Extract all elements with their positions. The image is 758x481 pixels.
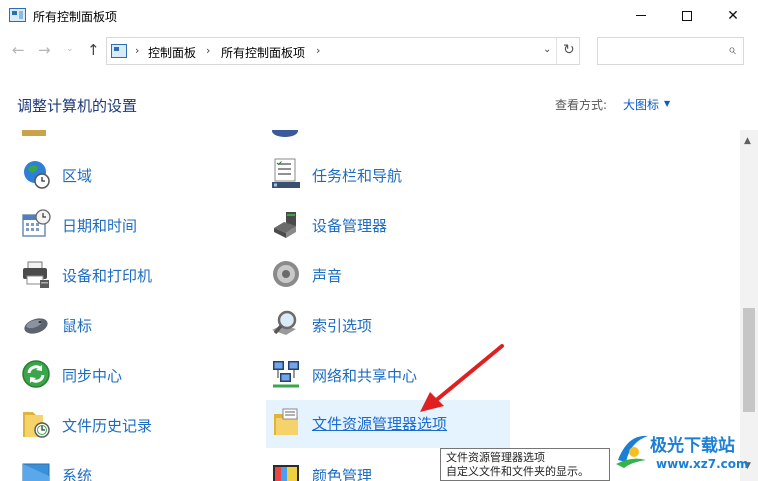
- item-label: 鼠标: [62, 317, 93, 335]
- minimize-icon: [636, 15, 646, 16]
- item-label: 设备和打印机: [62, 267, 153, 285]
- calendar-clock-icon: [22, 209, 51, 237]
- list-item-sync-center[interactable]: 同步中心: [16, 352, 256, 396]
- scroll-up-icon[interactable]: ▲: [744, 136, 751, 146]
- view-by-dropdown[interactable]: 大图标: [623, 96, 659, 113]
- computer-icon: [22, 463, 50, 481]
- breadcrumb-all-items[interactable]: 所有控制面板项: [221, 44, 305, 61]
- folder-options-icon: [274, 408, 298, 435]
- partial-item-icon: [272, 130, 298, 137]
- tooltip-title: 文件资源管理器选项: [446, 451, 545, 464]
- network-icon: [273, 361, 299, 388]
- item-label: 任务栏和导航: [312, 167, 403, 185]
- search-icon[interactable]: ⌕: [728, 42, 736, 58]
- item-label: 文件历史记录: [62, 417, 153, 435]
- item-label: 系统: [62, 467, 93, 481]
- list-item-region[interactable]: 区域: [16, 152, 256, 196]
- chevron-down-icon[interactable]: ▼: [664, 99, 670, 108]
- page-title: 调整计算机的设置: [17, 97, 138, 115]
- watermark-name: 极光下载站: [650, 436, 735, 456]
- back-button[interactable]: ←: [12, 41, 25, 59]
- search-input[interactable]: ⌕: [597, 37, 744, 65]
- mouse-icon: [24, 318, 48, 334]
- list-item-sound[interactable]: 声音: [266, 252, 510, 296]
- view-by-label: 查看方式:: [555, 98, 608, 112]
- forward-button[interactable]: →: [38, 41, 51, 59]
- maximize-button[interactable]: [664, 0, 710, 31]
- tooltip-description: 自定义文件和文件夹的显示。: [446, 465, 589, 478]
- item-label: 索引选项: [312, 317, 373, 335]
- taskbar-icon: [272, 158, 300, 188]
- printer-icon: [23, 261, 49, 288]
- address-divider: [556, 38, 557, 64]
- close-button[interactable]: ✕: [710, 0, 756, 31]
- navigation-bar: ← → ⌄ ↑ › 控制面板 › 所有控制面板项 › ⌄ ↻ ⌕: [0, 31, 758, 71]
- item-label: 区域: [62, 167, 93, 185]
- breadcrumb-control-panel[interactable]: 控制面板: [148, 44, 196, 61]
- tooltip: 文件资源管理器选项 自定义文件和文件夹的显示。: [440, 448, 610, 481]
- refresh-icon[interactable]: ↻: [563, 42, 575, 58]
- sync-icon: [22, 360, 50, 388]
- up-button[interactable]: ↑: [87, 41, 100, 59]
- annotation-arrow-icon: [420, 344, 504, 412]
- control-panel-icon: [9, 8, 26, 22]
- list-item-system[interactable]: 系统: [16, 452, 256, 481]
- breadcrumb-separator[interactable]: ›: [206, 44, 210, 57]
- item-label: 同步中心: [62, 367, 123, 385]
- breadcrumb-separator[interactable]: ›: [316, 44, 320, 57]
- recent-locations-button[interactable]: ⌄: [66, 44, 74, 54]
- minimize-button[interactable]: [618, 0, 664, 31]
- speaker-icon: [273, 261, 299, 287]
- maximize-icon: [682, 10, 692, 21]
- item-label: 设备管理器: [312, 217, 388, 235]
- watermark-url: www.xz7.com: [656, 457, 749, 471]
- item-label: 网络和共享中心: [312, 367, 418, 385]
- item-label: 声音: [312, 267, 343, 285]
- list-item-device-manager[interactable]: 设备管理器: [266, 202, 510, 246]
- address-dropdown-icon[interactable]: ⌄: [543, 44, 551, 55]
- folder-clock-icon: [23, 412, 50, 438]
- window-title: 所有控制面板项: [33, 10, 118, 24]
- scrollbar-thumb[interactable]: [743, 308, 755, 412]
- watermark-logo-icon: [616, 435, 648, 468]
- list-item-taskbar-navigation[interactable]: 任务栏和导航: [266, 152, 510, 196]
- watermark: 极光下载站 www.xz7.com: [612, 428, 758, 481]
- address-bar[interactable]: › 控制面板 › 所有控制面板项 › ⌄ ↻: [106, 37, 580, 65]
- list-item-devices-printers[interactable]: 设备和打印机: [16, 252, 256, 296]
- list-item-mouse[interactable]: 鼠标: [16, 302, 256, 346]
- device-manager-icon: [274, 212, 296, 238]
- index-search-icon: [272, 310, 297, 335]
- breadcrumb-separator[interactable]: ›: [135, 44, 139, 57]
- list-item-date-time[interactable]: 日期和时间: [16, 202, 256, 246]
- list-item-file-history[interactable]: 文件历史记录: [16, 402, 256, 446]
- item-label: 颜色管理: [312, 467, 373, 481]
- partial-item-icon: [22, 130, 46, 136]
- control-panel-icon: [111, 44, 127, 58]
- globe-clock-icon: [24, 161, 50, 189]
- title-bar: 所有控制面板项 ✕: [0, 0, 758, 31]
- item-label: 日期和时间: [62, 217, 138, 235]
- close-icon: ✕: [727, 7, 739, 24]
- color-management-icon: [273, 465, 299, 481]
